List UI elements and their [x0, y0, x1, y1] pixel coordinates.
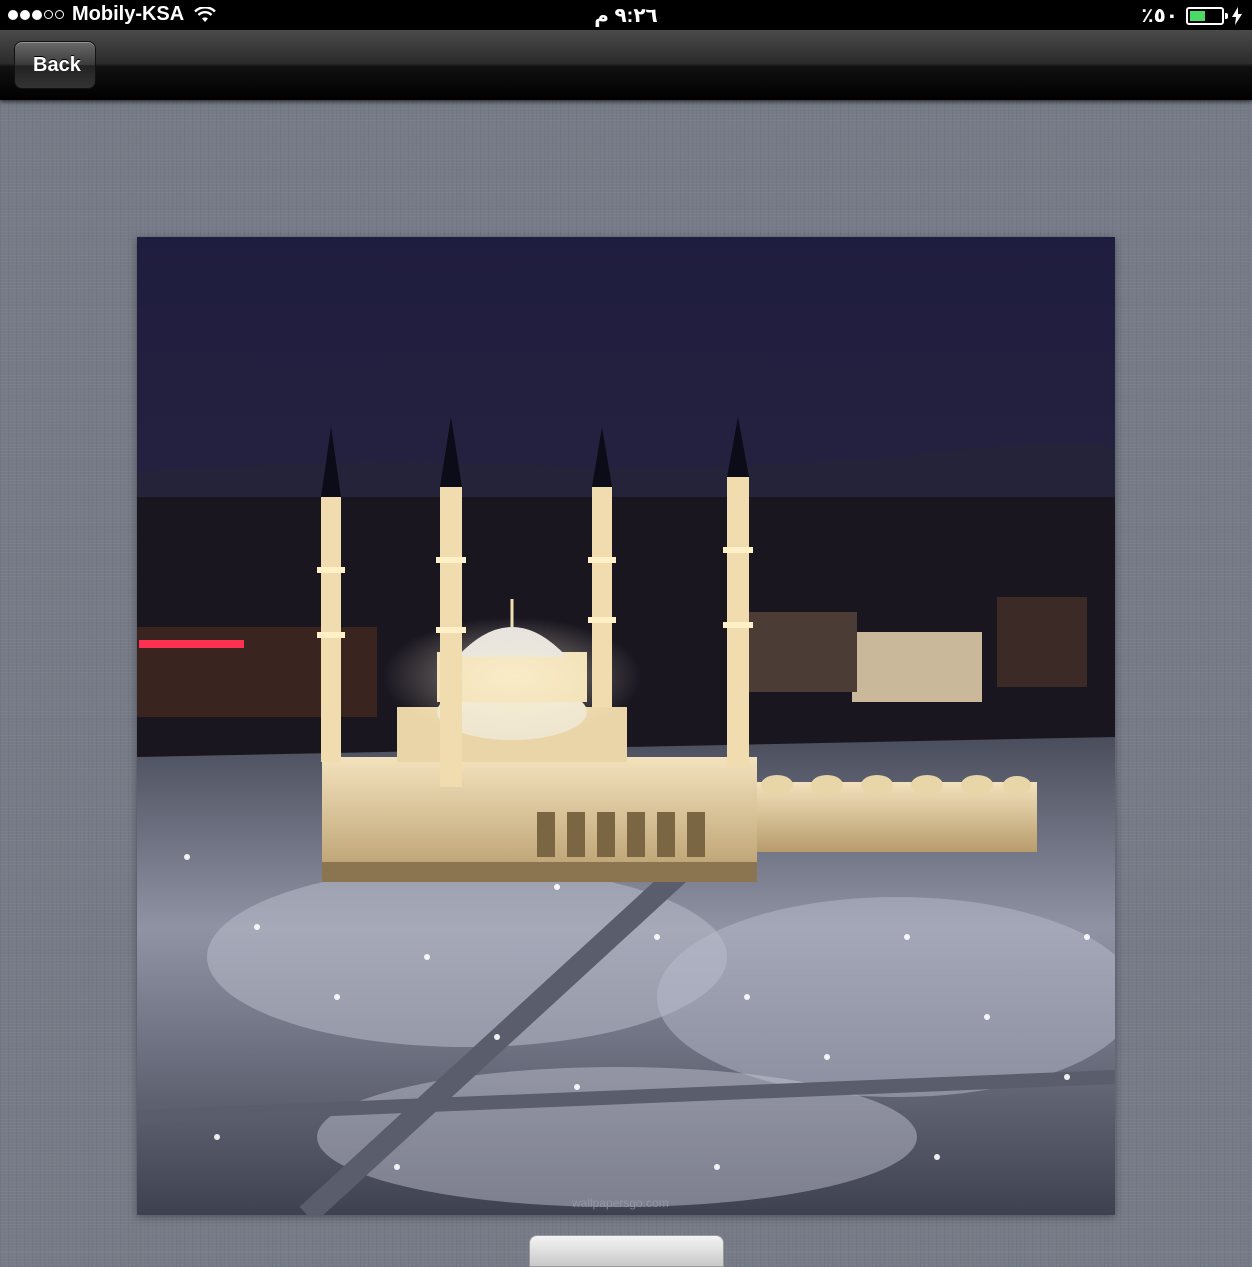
battery-percent: ٪٥٠: [1141, 5, 1178, 27]
photo-viewer[interactable]: wallpapersgo.com: [137, 237, 1115, 1215]
battery-icon: [1186, 6, 1228, 25]
status-bar: Mobily-KSA ٩:٢٦ م ٪٥٠: [0, 0, 1252, 30]
charging-bolt-icon: [1232, 6, 1242, 25]
navigation-bar: Back: [0, 30, 1252, 100]
mosque-night-photo: wallpapersgo.com: [137, 237, 1115, 1215]
status-time: ٩:٢٦ م: [594, 5, 658, 27]
status-right: ٪٥٠: [1141, 3, 1242, 28]
bottom-toolbar-handle[interactable]: [529, 1235, 724, 1267]
photo-watermark: wallpapersgo.com: [571, 1196, 669, 1210]
back-button[interactable]: Back: [14, 41, 96, 89]
